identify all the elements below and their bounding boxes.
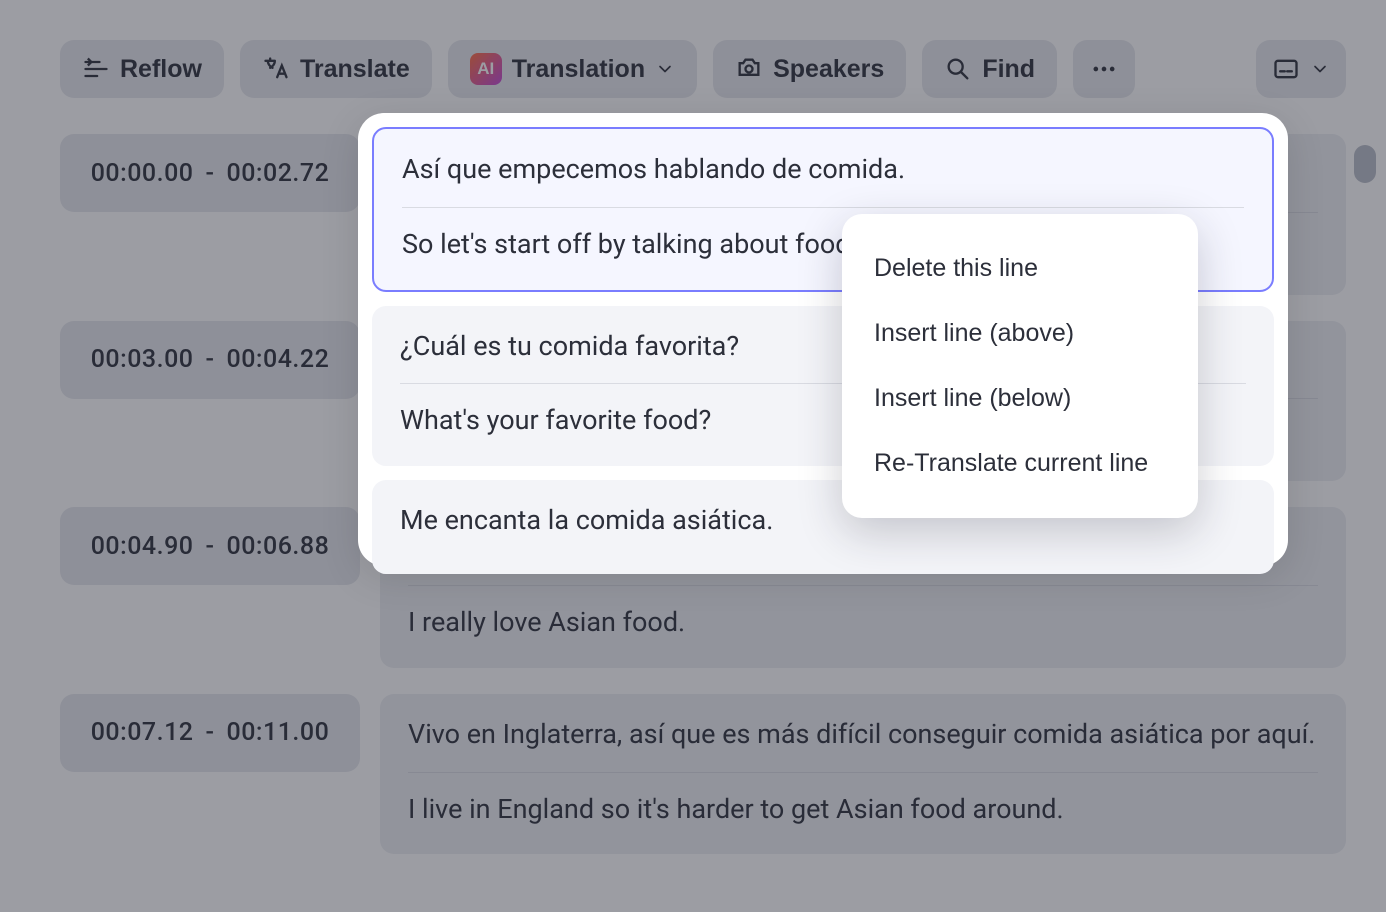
timecode-dash: -: [204, 159, 217, 188]
timecode-end: 00:02.72: [227, 159, 330, 188]
timecode-start: 00:07.12: [91, 718, 194, 747]
timecode-dash: -: [204, 718, 217, 747]
speakers-label: Speakers: [773, 55, 884, 84]
divider: [408, 585, 1318, 586]
reflow-icon: [82, 55, 110, 83]
divider: [408, 772, 1318, 773]
speakers-icon: [735, 55, 763, 83]
context-menu: Delete this line Insert line (above) Ins…: [842, 214, 1198, 518]
translate-button[interactable]: Translate: [240, 40, 432, 98]
timecode-start: 00:00.00: [91, 159, 194, 188]
target-text: I live in England so it's harder to get …: [408, 791, 1318, 829]
search-icon: [944, 55, 972, 83]
subtitle-view-icon: [1272, 55, 1300, 83]
menu-item-retranslate[interactable]: Re-Translate current line: [842, 431, 1198, 496]
view-dropdown[interactable]: [1256, 40, 1346, 98]
timecode-end: 00:04.22: [227, 345, 330, 374]
segment-row: 00:07.12 - 00:11.00 Vivo en Inglaterra, …: [60, 694, 1346, 855]
timecode[interactable]: 00:04.90 - 00:06.88: [60, 507, 360, 585]
translate-icon: [262, 55, 290, 83]
chevron-down-icon: [1310, 59, 1330, 79]
menu-item-delete-line[interactable]: Delete this line: [842, 236, 1198, 301]
timecode-start: 00:03.00: [91, 345, 194, 374]
more-button[interactable]: [1073, 40, 1135, 98]
menu-item-insert-above[interactable]: Insert line (above): [842, 301, 1198, 366]
timecode-end: 00:11.00: [227, 718, 330, 747]
find-button[interactable]: Find: [922, 40, 1057, 98]
translate-label: Translate: [300, 55, 410, 84]
translation-label: Translation: [512, 55, 645, 84]
reflow-button[interactable]: Reflow: [60, 40, 224, 98]
toolbar: Reflow Translate AI Translation Speakers: [60, 40, 1346, 98]
timecode[interactable]: 00:03.00 - 00:04.22: [60, 321, 360, 399]
source-text: Vivo en Inglaterra, así que es más difíc…: [408, 716, 1318, 772]
more-horizontal-icon: [1090, 55, 1118, 83]
timecode[interactable]: 00:07.12 - 00:11.00: [60, 694, 360, 772]
timecode-end: 00:06.88: [227, 532, 330, 561]
ai-badge-icon: AI: [470, 53, 502, 85]
reflow-label: Reflow: [120, 55, 202, 84]
chevron-down-icon: [655, 59, 675, 79]
target-text: I really love Asian food.: [408, 604, 1318, 642]
find-label: Find: [982, 55, 1035, 84]
divider: [402, 207, 1244, 208]
scrollbar-thumb[interactable]: [1354, 145, 1376, 183]
timecode-start: 00:04.90: [91, 532, 194, 561]
source-text[interactable]: Así que empecemos hablando de comida.: [402, 151, 1244, 207]
subtitle-card[interactable]: Vivo en Inglaterra, así que es más difíc…: [380, 694, 1346, 855]
menu-item-insert-below[interactable]: Insert line (below): [842, 366, 1198, 431]
translation-dropdown[interactable]: AI Translation: [448, 40, 697, 98]
speakers-button[interactable]: Speakers: [713, 40, 906, 98]
timecode-dash: -: [204, 345, 217, 374]
timecode[interactable]: 00:00.00 - 00:02.72: [60, 134, 360, 212]
timecode-dash: -: [204, 532, 217, 561]
